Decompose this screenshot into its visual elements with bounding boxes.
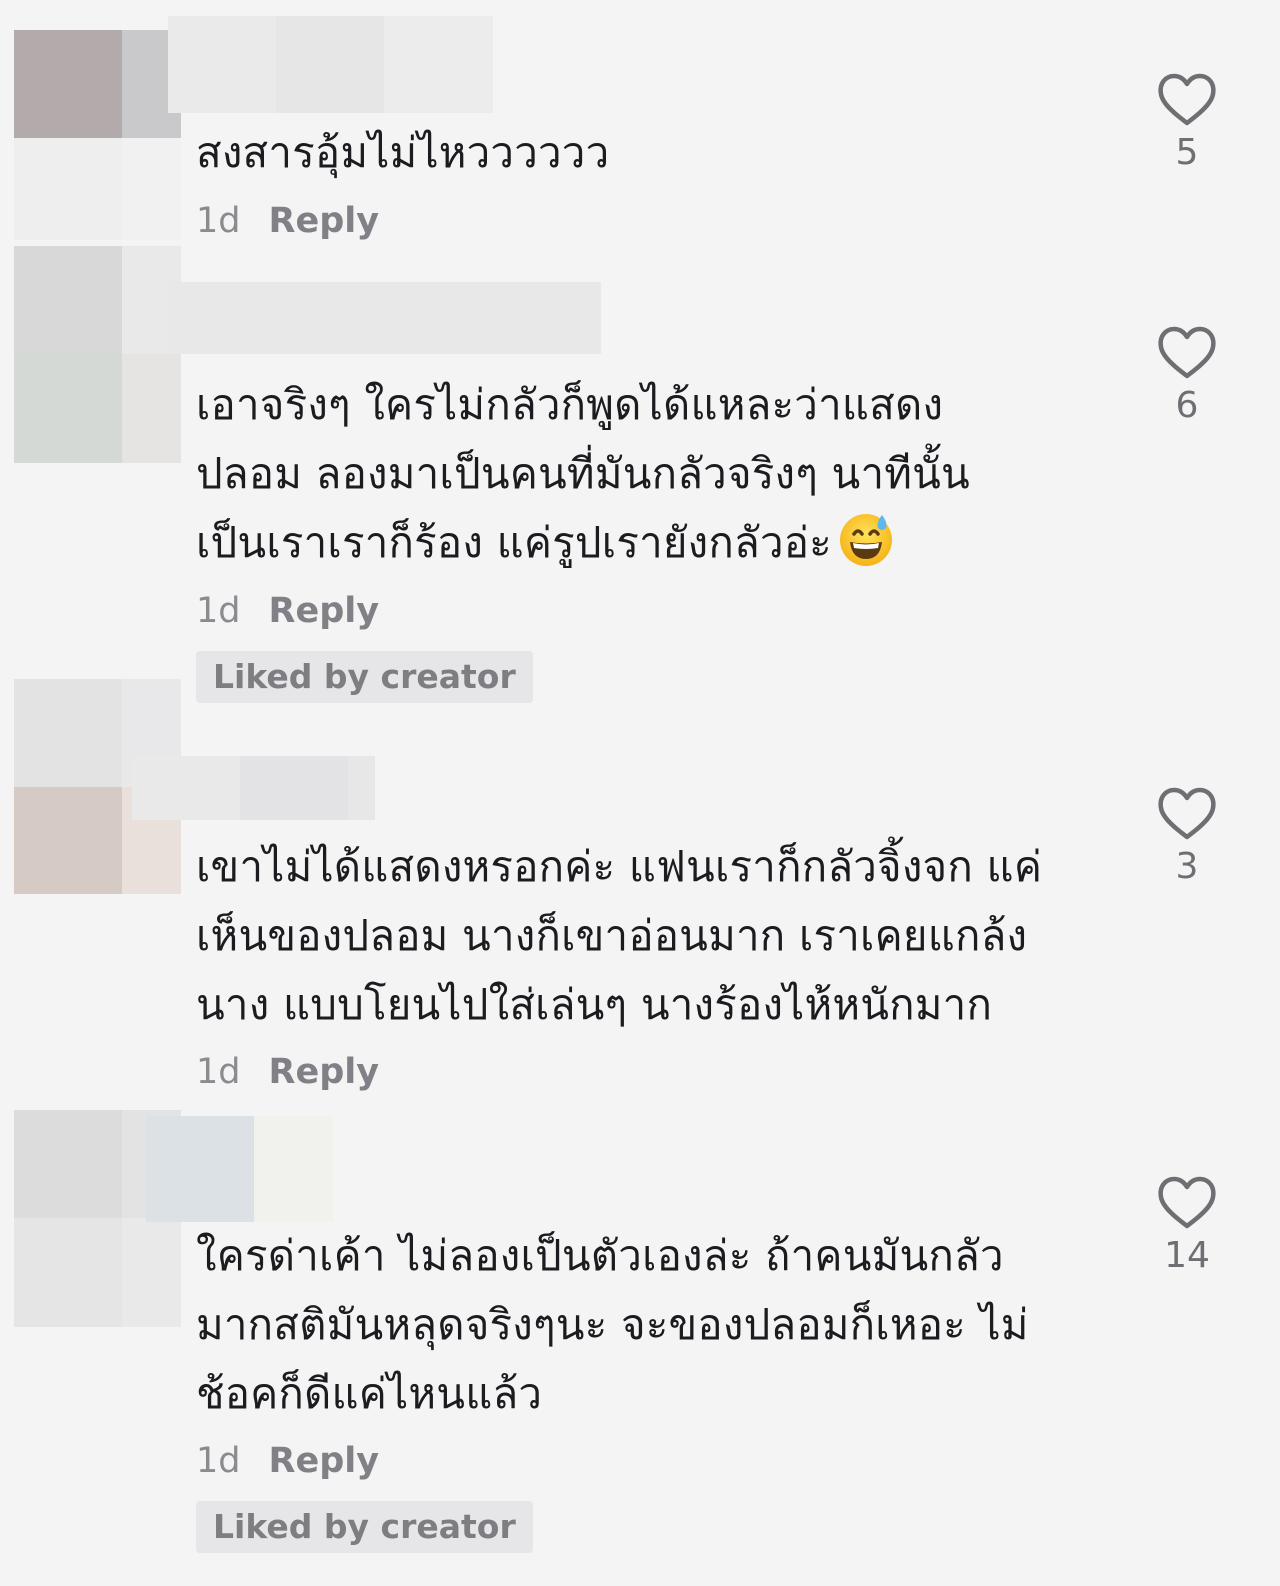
- username-blurred[interactable]: [146, 1116, 333, 1222]
- comment-text-line: สงสารอุ้มไม่ไหวววววว: [196, 128, 610, 177]
- like-button[interactable]: 14: [1146, 1175, 1228, 1277]
- comment-meta: 1d Reply: [196, 1050, 379, 1094]
- comment-text: ใครด่าเค้า ไม่ลองเป็นตัวเองล่ะ ถ้าคนมันก…: [196, 1221, 1029, 1428]
- comment-meta: 1d Reply: [196, 1439, 379, 1483]
- comment-meta: 1d Reply: [196, 589, 379, 633]
- comment-text: สงสารอุ้มไม่ไหวววววว: [196, 118, 609, 187]
- comment-age: 1d: [196, 1441, 241, 1481]
- reply-button[interactable]: Reply: [269, 591, 380, 631]
- comment-text-line: เป็นเราเราก็ร้อง แค่รูปเรายังกลัวอ่ะ: [196, 518, 832, 567]
- comment-age: 1d: [196, 591, 241, 631]
- comment-age: 1d: [196, 1052, 241, 1092]
- like-button[interactable]: 6: [1146, 325, 1228, 427]
- username-blurred[interactable]: [132, 756, 375, 820]
- heart-outline-icon: [1158, 1176, 1216, 1229]
- like-count: 5: [1175, 132, 1199, 173]
- comment-meta: 1d Reply: [196, 199, 379, 243]
- heart-outline-icon: [1158, 326, 1216, 379]
- avatar[interactable]: [14, 30, 181, 240]
- liked-by-creator-badge: Liked by creator: [196, 1501, 533, 1553]
- reply-button[interactable]: Reply: [269, 1052, 380, 1092]
- comment-text-line: มากสติมันหลุดจริงๆนะ จะของปลอมก็เหอะ ไม่: [196, 1300, 1029, 1349]
- reply-button[interactable]: Reply: [269, 201, 380, 241]
- comment-text-line: นาง แบบโยนไปใส่เล่นๆ นางร้องไห้หนักมาก: [196, 980, 993, 1029]
- heart-outline-icon: [1158, 73, 1216, 126]
- username-blurred[interactable]: [168, 282, 601, 354]
- comment-text: เอาจริงๆ ใครไม่กลัวก็พูดได้แหละว่าแสดง ป…: [196, 370, 970, 587]
- comment-text-line: เอาจริงๆ ใครไม่กลัวก็พูดได้แหละว่าแสดง: [196, 380, 944, 429]
- comment-text-line: เขาไม่ได้แสดงหรอกค่ะ แฟนเราก็กลัวจิ้งจก …: [196, 842, 1043, 891]
- comment-age: 1d: [196, 201, 241, 241]
- avatar[interactable]: [14, 246, 181, 463]
- comment-text-line: ปลอม ลองมาเป็นคนที่มันกลัวจริงๆ นาทีนั้น: [196, 449, 970, 498]
- reply-button[interactable]: Reply: [269, 1441, 380, 1481]
- like-count: 6: [1175, 385, 1199, 426]
- comment-text-line: ใครด่าเค้า ไม่ลองเป็นตัวเองล่ะ ถ้าคนมันก…: [196, 1231, 1004, 1280]
- grinning-face-with-sweat-emoji: [838, 511, 894, 587]
- like-button[interactable]: 5: [1146, 72, 1228, 174]
- like-count: 14: [1164, 1235, 1210, 1276]
- comment-text-line: ช้อคก็ดีแค่ไหนแล้ว: [196, 1369, 543, 1418]
- comment-text-line: เห็นของปลอม นางก็เขาอ่อนมาก เราเคยแกล้ง: [196, 911, 1028, 960]
- like-count: 3: [1175, 846, 1199, 887]
- liked-by-creator-badge: Liked by creator: [196, 651, 533, 703]
- like-button[interactable]: 3: [1146, 786, 1228, 888]
- heart-outline-icon: [1158, 787, 1216, 840]
- comment-text: เขาไม่ได้แสดงหรอกค่ะ แฟนเราก็กลัวจิ้งจก …: [196, 832, 1042, 1039]
- username-blurred[interactable]: [168, 16, 493, 113]
